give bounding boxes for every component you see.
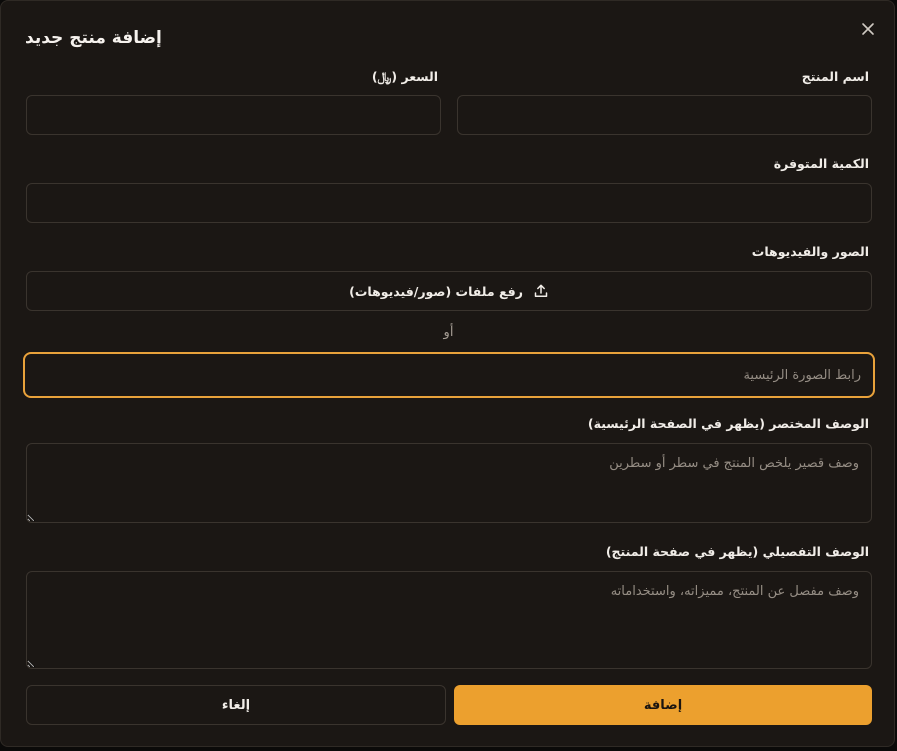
quantity-label: الكمية المتوفرة: [773, 156, 869, 171]
price-label: السعر (﷼): [371, 69, 438, 84]
submit-button[interactable]: إضافة: [454, 685, 872, 725]
upload-files-label: رفع ملفات (صور/فيديوهات): [349, 283, 523, 299]
cancel-button[interactable]: إلغاء: [26, 685, 446, 725]
product-name-label: اسم المنتج: [801, 69, 869, 84]
main-image-url-input[interactable]: [23, 352, 875, 398]
price-input[interactable]: [26, 95, 441, 135]
close-icon: [862, 23, 874, 35]
product-name-input[interactable]: [457, 95, 872, 135]
or-separator: أو: [443, 325, 454, 340]
upload-icon: [534, 284, 548, 297]
add-product-dialog: إضافة منتج جديد اسم المنتج السعر (﷼) الك…: [0, 0, 895, 747]
long-description-textarea[interactable]: [26, 571, 872, 669]
close-button[interactable]: [859, 20, 877, 38]
dialog-title: إضافة منتج جديد: [25, 28, 162, 48]
media-label: الصور والفيديوهات: [751, 244, 869, 259]
upload-files-button[interactable]: رفع ملفات (صور/فيديوهات): [26, 271, 872, 311]
long-description-label: الوصف التفصيلي (يظهر في صفحة المنتج): [605, 544, 869, 559]
quantity-input[interactable]: [26, 183, 872, 223]
short-description-textarea[interactable]: [26, 443, 872, 523]
short-description-label: الوصف المختصر (يظهر في الصفحة الرئيسية): [587, 416, 869, 431]
